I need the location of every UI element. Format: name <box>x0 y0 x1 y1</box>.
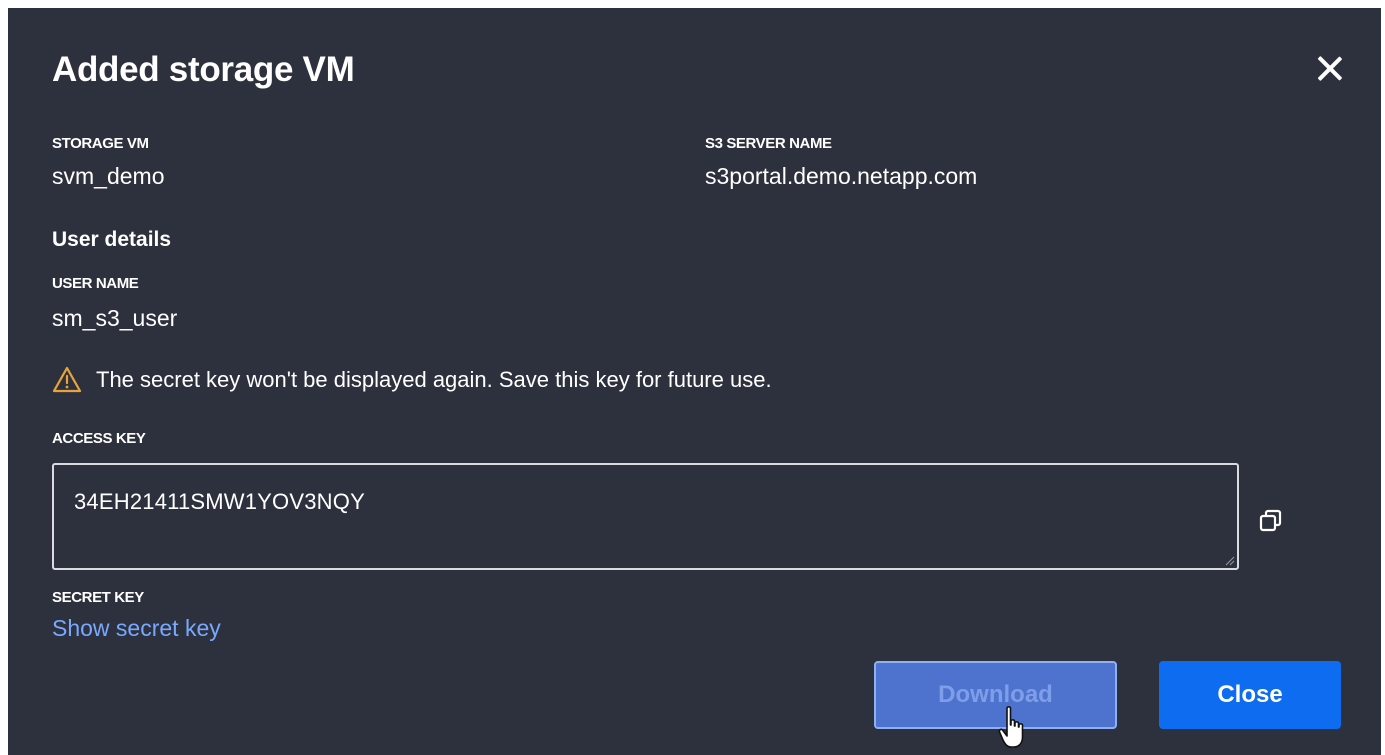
added-storage-vm-dialog: Added storage VM STORAGE VM svm_demo S3 … <box>8 8 1381 755</box>
user-name-value: sm_s3_user <box>52 305 178 331</box>
s3-server-name-value: s3portal.demo.netapp.com <box>705 163 978 189</box>
access-key-value: 34EH21411SMW1YOV3NQY <box>74 489 365 514</box>
storage-vm-label: STORAGE VM <box>52 135 149 152</box>
user-details-heading: User details <box>52 228 172 251</box>
show-secret-key-link[interactable]: Show secret key <box>52 615 221 642</box>
s3-server-name-label: S3 SERVER NAME <box>705 135 832 152</box>
download-button[interactable]: Download <box>874 661 1117 729</box>
access-key-label: ACCESS KEY <box>52 430 146 447</box>
warning-triangle-icon <box>52 366 82 393</box>
secret-key-label: SECRET KEY <box>52 589 144 606</box>
copy-icon[interactable] <box>1258 508 1284 534</box>
user-name-label: USER NAME <box>52 275 139 292</box>
access-key-textarea[interactable]: 34EH21411SMW1YOV3NQY <box>52 463 1239 570</box>
warning-text: The secret key won't be displayed again.… <box>96 366 772 392</box>
hand-pointer-cursor-icon <box>998 706 1024 748</box>
dialog-title: Added storage VM <box>52 50 355 89</box>
resize-grip-icon[interactable] <box>1223 554 1235 566</box>
secret-key-warning: The secret key won't be displayed again.… <box>52 366 772 393</box>
storage-vm-value: svm_demo <box>52 163 165 189</box>
close-button[interactable]: Close <box>1159 661 1341 729</box>
close-icon[interactable] <box>1313 52 1347 86</box>
